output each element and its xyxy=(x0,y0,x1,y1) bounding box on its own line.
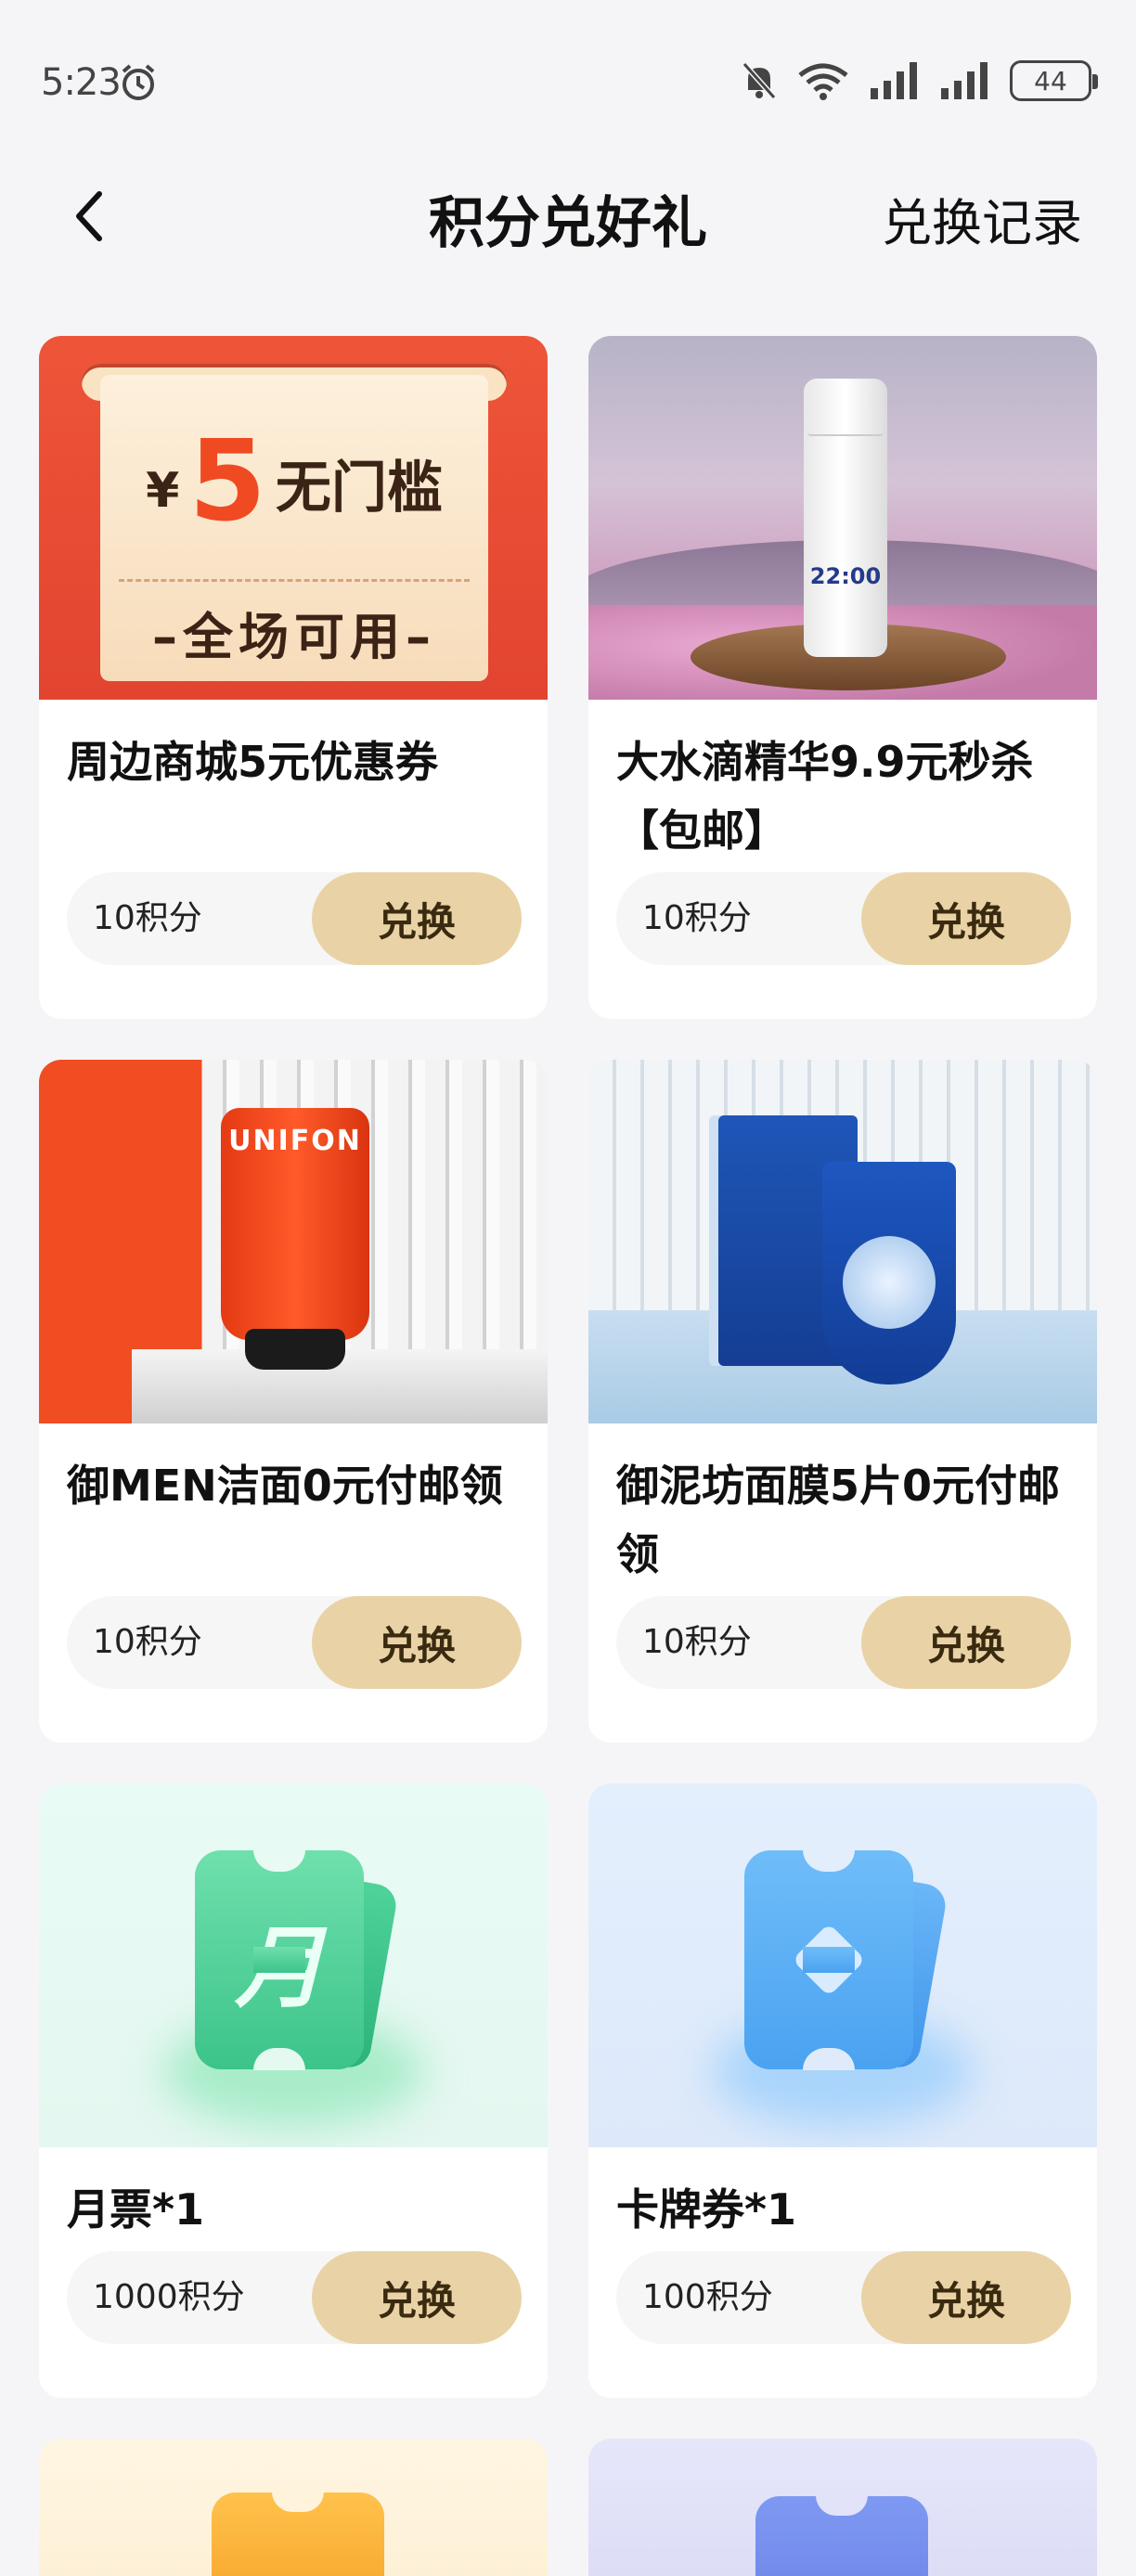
mask-pack-emblem xyxy=(843,1236,936,1329)
price-pill: 10积分 兑换 xyxy=(616,1596,1071,1689)
monthly-ticket-glyph: 月 xyxy=(235,1914,324,2020)
reward-title: 御泥坊面膜5片0元付邮领 xyxy=(616,1461,1061,1579)
ticket-notch xyxy=(803,2048,855,2070)
reward-card-coupon[interactable]: ¥5 无门槛 –全场可用– 周边商城5元优惠券 10积分 兑换 xyxy=(39,336,548,1019)
reward-title: 御MEN洁面0元付邮领 xyxy=(67,1461,503,1511)
reward-footer: 10积分 兑换 xyxy=(39,872,548,1000)
battery-icon: 44 xyxy=(1010,60,1098,101)
serum-bottle-label: 22:00 xyxy=(809,563,882,589)
reward-title: 卡牌券*1 xyxy=(616,2184,797,2235)
reward-title: 大水滴精华9.9元秒杀【包邮】 xyxy=(616,737,1034,856)
reward-card-cleanser[interactable]: UNIFON 御MEN洁面0元付邮领 10积分 兑换 xyxy=(39,1060,548,1743)
reward-card-partial[interactable] xyxy=(39,2439,548,2576)
reward-grid: ¥5 无门槛 –全场可用– 周边商城5元优惠券 10积分 兑换 22:00 大水滴… xyxy=(39,336,1097,2398)
ticket-notch xyxy=(816,2495,868,2516)
reward-card-serum[interactable]: 22:00 大水滴精华9.9元秒杀【包邮】 10积分 兑换 xyxy=(588,336,1097,1019)
price-pill: 1000积分 兑换 xyxy=(67,2251,522,2344)
ticket-notch xyxy=(803,1849,855,1872)
card-ticket-icon xyxy=(744,1849,913,2070)
battery-level: 44 xyxy=(1034,65,1067,97)
reward-points: 10积分 xyxy=(93,899,202,937)
cleanser-image: UNIFON xyxy=(39,1060,548,1423)
reward-points: 10积分 xyxy=(642,899,752,937)
reward-points: 10积分 xyxy=(642,1623,752,1661)
purple-ticket-icon xyxy=(755,2495,928,2576)
diamond-icon xyxy=(792,1923,866,1997)
status-time: 5:23 xyxy=(41,61,122,104)
ticket-notch xyxy=(253,2048,305,2070)
redeem-button[interactable]: 兑换 xyxy=(312,2251,522,2344)
signal-icon-2 xyxy=(941,62,988,99)
reward-footer: 10积分 兑换 xyxy=(588,1596,1097,1724)
ticket-notch xyxy=(272,2492,324,2512)
reward-points: 10积分 xyxy=(93,1623,202,1661)
cleanser-cap xyxy=(245,1329,345,1370)
reward-card-mask[interactable]: 御泥坊面膜5片0元付邮领 10积分 兑换 xyxy=(588,1060,1097,1743)
status-icons: 44 xyxy=(741,58,1098,104)
price-pill: 100积分 兑换 xyxy=(616,2251,1071,2344)
price-pill: 10积分 兑换 xyxy=(616,872,1071,965)
reward-points: 100积分 xyxy=(642,2278,773,2316)
exchange-record-button[interactable]: 兑换记录 xyxy=(882,182,1082,255)
reward-footer: 1000积分 兑换 xyxy=(39,2251,548,2379)
orange-ticket-icon xyxy=(212,2492,384,2576)
alarm-icon xyxy=(122,64,155,100)
reward-footer: 10积分 兑换 xyxy=(588,872,1097,1000)
serum-image: 22:00 xyxy=(588,336,1097,700)
reward-footer: 10积分 兑换 xyxy=(39,1596,548,1724)
signal-icon xyxy=(871,62,917,99)
ticket-notch xyxy=(253,1849,305,1872)
reward-card-partial[interactable] xyxy=(588,2439,1097,2576)
mute-bell-icon xyxy=(742,62,777,99)
monthly-ticket-image: 月 xyxy=(39,1784,548,2147)
price-pill: 10积分 兑换 xyxy=(67,1596,522,1689)
coupon-image: ¥5 无门槛 –全场可用– xyxy=(39,336,548,700)
coupon-amount: ¥5 无门槛 xyxy=(100,418,488,547)
redeem-button[interactable]: 兑换 xyxy=(861,2251,1071,2344)
redeem-button[interactable]: 兑换 xyxy=(312,872,522,965)
redeem-button[interactable]: 兑换 xyxy=(861,1596,1071,1689)
coupon-label: 无门槛 xyxy=(275,456,443,521)
card-ticket-image xyxy=(588,1784,1097,2147)
redeem-button[interactable]: 兑换 xyxy=(861,872,1071,965)
cleanser-brand: UNIFON xyxy=(228,1125,362,1157)
reward-footer: 100积分 兑换 xyxy=(588,2251,1097,2379)
header: 积分兑好礼 兑换记录 xyxy=(0,167,1136,260)
mask-image xyxy=(588,1060,1097,1423)
reward-card-card-ticket[interactable]: 卡牌券*1 100积分 兑换 xyxy=(588,1784,1097,2398)
coupon-currency: ¥ xyxy=(146,463,180,519)
wifi-icon xyxy=(798,63,848,100)
monthly-ticket-icon: 月 xyxy=(195,1849,364,2070)
status-bar: 5:23 44 xyxy=(0,0,1136,167)
reward-title: 月票*1 xyxy=(67,2184,205,2235)
redeem-button[interactable]: 兑换 xyxy=(312,1596,522,1689)
coupon-value: 5 xyxy=(188,418,266,547)
serum-cap xyxy=(807,380,884,436)
reward-card-monthly-ticket[interactable]: 月 月票*1 1000积分 兑换 xyxy=(39,1784,548,2398)
coupon-divider xyxy=(119,579,470,582)
price-pill: 10积分 兑换 xyxy=(67,872,522,965)
coupon-subtitle: –全场可用– xyxy=(152,608,436,666)
reward-title: 周边商城5元优惠券 xyxy=(67,737,439,787)
reward-points: 1000积分 xyxy=(93,2278,245,2316)
